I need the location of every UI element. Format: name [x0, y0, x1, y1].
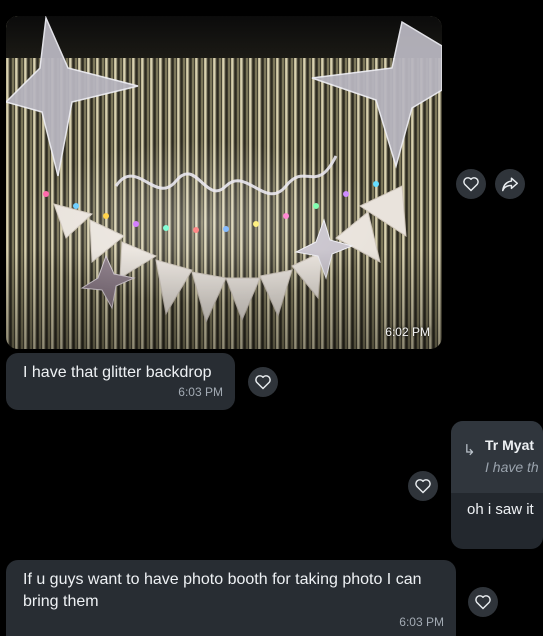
reply-text: oh i saw it [467, 501, 534, 518]
photo-timestamp: 6:02 PM [385, 325, 430, 339]
react-button-glitter[interactable] [248, 367, 278, 397]
birthday-photo-message[interactable]: 6:02 PM [6, 16, 442, 349]
react-button-photo[interactable] [456, 169, 486, 199]
message-bubble-photo-booth[interactable]: If u guys want to have photo booth for t… [6, 560, 456, 636]
react-button-reply[interactable] [408, 471, 438, 501]
heart-outline-icon [463, 177, 479, 192]
reply-arrow-icon: ↳ [463, 442, 476, 459]
heart-outline-icon [475, 595, 491, 610]
quoted-snippet: I have th [485, 459, 539, 475]
message-text: I have that glitter backdrop [23, 364, 212, 381]
react-button-photo-booth[interactable] [468, 587, 498, 617]
forward-button-photo[interactable] [495, 169, 525, 199]
heart-outline-icon [415, 479, 431, 494]
photo-glow [6, 16, 442, 349]
message-text: If u guys want to have photo booth for t… [23, 571, 422, 610]
message-timestamp: 6:03 PM [178, 385, 223, 399]
outgoing-reply-bubble[interactable]: ↳ Tr Myat I have th oh i saw it [451, 421, 543, 549]
message-timestamp: 6:03 PM [399, 615, 444, 629]
forward-arrow-icon [501, 177, 518, 192]
message-bubble-glitter[interactable]: I have that glitter backdrop 6:03 PM [6, 353, 235, 410]
quoted-message[interactable]: ↳ Tr Myat I have th [451, 421, 543, 493]
heart-outline-icon [255, 375, 271, 390]
quoted-sender-name: Tr Myat [485, 437, 535, 453]
